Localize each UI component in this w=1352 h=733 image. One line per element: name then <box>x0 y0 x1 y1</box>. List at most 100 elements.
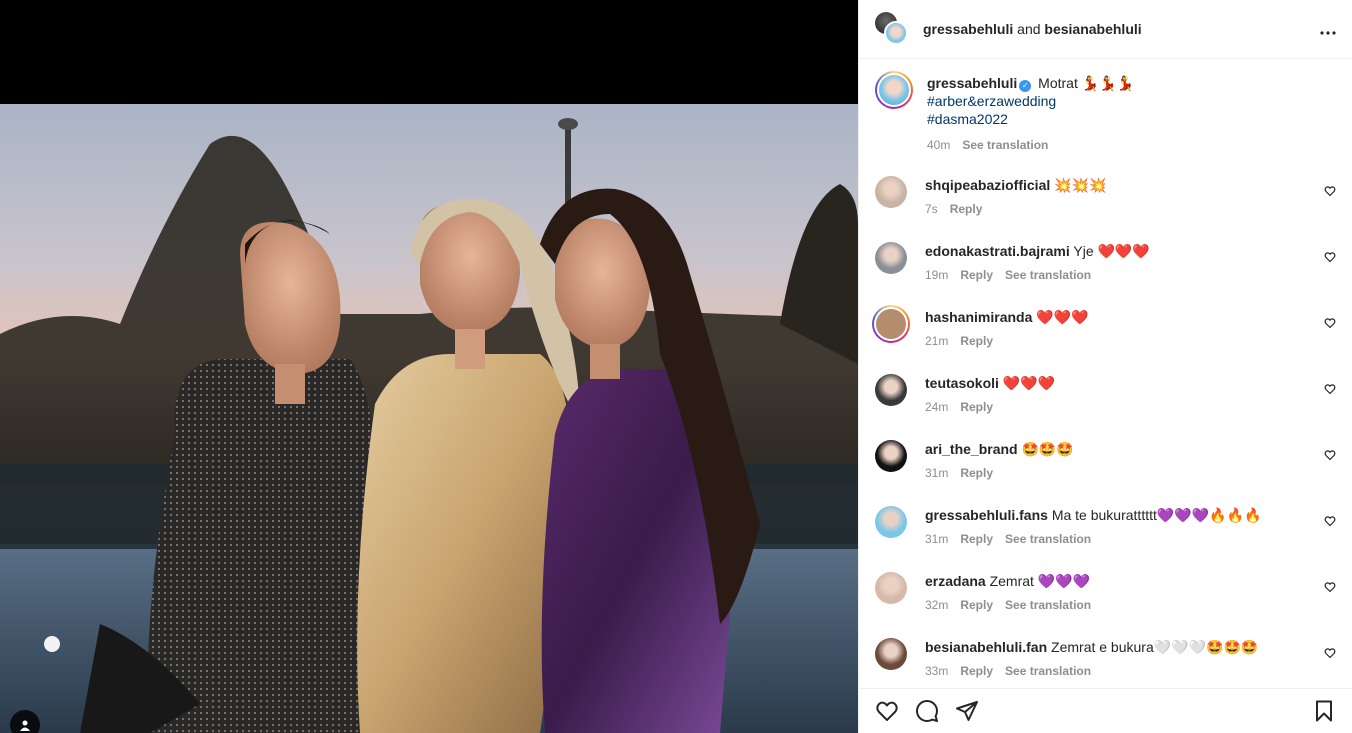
reply-button[interactable]: Reply <box>960 398 993 416</box>
comment-username[interactable]: teutasokoli <box>925 375 999 391</box>
caption-time: 40m <box>927 138 951 152</box>
comment-like-button[interactable] <box>1324 382 1336 400</box>
collab-avatars[interactable] <box>875 12 909 46</box>
comment-like-button[interactable] <box>1324 316 1336 334</box>
comment-time: 33m <box>925 664 949 678</box>
comment-avatar[interactable] <box>875 374 907 406</box>
heart-icon <box>1324 186 1336 197</box>
comment-avatar[interactable] <box>875 176 907 208</box>
comment-time: 19m <box>925 268 949 282</box>
comment-username[interactable]: gressabehluli.fans <box>925 507 1048 523</box>
comment-row: hashanimiranda ❤️❤️❤️ 21m Reply <box>872 305 1336 374</box>
post-media[interactable] <box>0 0 858 733</box>
comment-button[interactable] <box>915 699 939 723</box>
header-username-2[interactable]: besianabehluli <box>1044 21 1141 37</box>
comments-list[interactable]: gressabehluli ✓ Motrat 💃💃💃 #arber&erzawed… <box>859 59 1352 688</box>
heart-icon <box>876 701 898 721</box>
header-conjunction: and <box>1017 21 1041 37</box>
comment-text: Zemrat e bukura🤍🤍🤍🤩🤩🤩 <box>1051 639 1259 655</box>
avatar <box>884 21 908 45</box>
comment-row: teutasokoli ❤️❤️❤️ 24m Reply <box>875 374 1336 440</box>
heart-icon <box>1324 384 1336 395</box>
comment-text: ❤️❤️❤️ <box>1036 309 1089 325</box>
comment-avatar[interactable] <box>872 305 910 343</box>
comment-row: besianabehluli.fan Zemrat e bukura🤍🤍🤍🤩🤩🤩… <box>875 638 1336 688</box>
post-caption: gressabehluli ✓ Motrat 💃💃💃 #arber&erzawed… <box>875 71 1336 154</box>
reply-button[interactable]: Reply <box>960 530 993 548</box>
heart-icon <box>1324 582 1336 593</box>
verified-badge-icon: ✓ <box>1019 80 1032 92</box>
comment-time: 21m <box>925 334 949 348</box>
see-translation-button[interactable]: See translation <box>1005 596 1091 614</box>
heart-icon <box>1324 318 1336 329</box>
comment-like-button[interactable] <box>1324 250 1336 268</box>
bookmark-icon <box>1316 700 1332 722</box>
comment-text: Yje ❤️❤️❤️ <box>1073 243 1150 259</box>
comment-text: 💥💥💥 <box>1054 177 1107 193</box>
caption-username[interactable]: gressabehluli <box>927 75 1017 91</box>
reply-button[interactable]: Reply <box>960 662 993 680</box>
comment-items: shqipeabaziofficial 💥💥💥 7s Reply edonaka… <box>872 176 1336 688</box>
caption-avatar[interactable] <box>875 71 913 109</box>
reply-button[interactable]: Reply <box>960 464 993 482</box>
comment-row: edonakastrati.bajrami Yje ❤️❤️❤️ 19m Rep… <box>875 242 1336 308</box>
comment-avatar[interactable] <box>875 638 907 670</box>
comment-username[interactable]: erzadana <box>925 573 986 589</box>
photo-illustration <box>0 104 858 733</box>
heart-icon <box>1324 252 1336 263</box>
share-button[interactable] <box>955 699 979 723</box>
comment-username[interactable]: hashanimiranda <box>925 309 1032 325</box>
comment-avatar[interactable] <box>875 572 907 604</box>
comment-row: shqipeabaziofficial 💥💥💥 7s Reply <box>875 176 1336 242</box>
comment-text: 🤩🤩🤩 <box>1021 441 1074 457</box>
comment-like-button[interactable] <box>1324 646 1336 664</box>
comment-like-button[interactable] <box>1324 514 1336 532</box>
comment-avatar[interactable] <box>875 506 907 538</box>
see-translation-button[interactable]: See translation <box>1005 266 1091 284</box>
comment-text: Zemrat 💜💜💜 <box>989 573 1091 589</box>
comment-row: ari_the_brand 🤩🤩🤩 31m Reply <box>875 440 1336 506</box>
reply-button[interactable]: Reply <box>960 332 993 350</box>
comment-time: 32m <box>925 598 949 612</box>
comment-username[interactable]: shqipeabaziofficial <box>925 177 1050 193</box>
header-username-1[interactable]: gressabehluli <box>923 21 1013 37</box>
comment-like-button[interactable] <box>1324 184 1336 202</box>
post-header: gressabehluli and besianabehluli <box>859 0 1352 59</box>
hashtag-link[interactable]: #arber&erzawedding <box>927 92 1134 110</box>
comment-row: gressabehluli.fans Ma te bukuratttttt💜💜💜… <box>875 506 1336 572</box>
post-photo <box>0 104 858 733</box>
see-translation-button[interactable]: See translation <box>962 136 1048 154</box>
more-options-button[interactable] <box>1320 20 1336 38</box>
heart-icon <box>1324 516 1336 527</box>
share-icon <box>956 701 978 721</box>
save-button[interactable] <box>1312 699 1336 723</box>
heart-icon <box>1324 648 1336 659</box>
collab-names: gressabehluli and besianabehluli <box>923 21 1142 37</box>
comment-username[interactable]: ari_the_brand <box>925 441 1018 457</box>
like-button[interactable] <box>875 699 899 723</box>
user-tag-icon <box>20 720 30 731</box>
comment-like-button[interactable] <box>1324 580 1336 598</box>
reply-button[interactable]: Reply <box>960 596 993 614</box>
reply-button[interactable]: Reply <box>950 200 983 218</box>
comment-row: erzadana Zemrat 💜💜💜 32m Reply See transl… <box>875 572 1336 638</box>
see-translation-button[interactable]: See translation <box>1005 662 1091 680</box>
hashtag-link[interactable]: #dasma2022 <box>927 110 1134 128</box>
comment-username[interactable]: edonakastrati.bajrami <box>925 243 1070 259</box>
comment-text: Ma te bukuratttttt💜💜💜🔥🔥🔥 <box>1051 507 1262 523</box>
comment-time: 31m <box>925 466 949 480</box>
reply-button[interactable]: Reply <box>960 266 993 284</box>
comment-time: 24m <box>925 400 949 414</box>
post-side-panel: gressabehluli and besianabehluli gressab… <box>858 0 1352 733</box>
comment-avatar[interactable] <box>875 242 907 274</box>
see-translation-button[interactable]: See translation <box>1005 530 1091 548</box>
comment-time: 31m <box>925 532 949 546</box>
comment-time: 7s <box>925 202 938 216</box>
post-actions-bar <box>859 688 1352 733</box>
comment-like-button[interactable] <box>1324 448 1336 466</box>
comment-avatar[interactable] <box>875 440 907 472</box>
comment-username[interactable]: besianabehluli.fan <box>925 639 1047 655</box>
comment-icon <box>916 700 938 722</box>
tagged-users-button[interactable] <box>10 710 40 733</box>
comment-text: ❤️❤️❤️ <box>1002 375 1056 391</box>
